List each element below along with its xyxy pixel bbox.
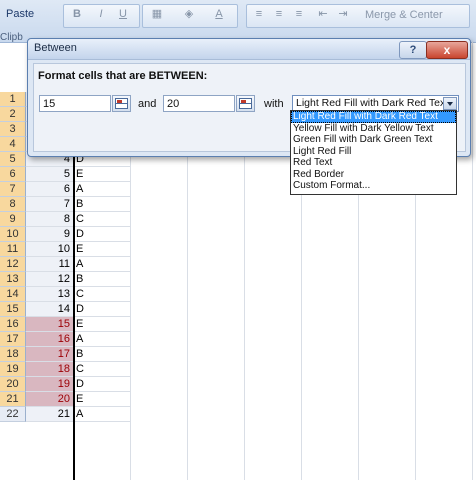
cell-a[interactable]: 19 (26, 377, 73, 392)
high-range-select-button[interactable] (236, 95, 255, 112)
row-header[interactable]: 21 (0, 392, 26, 407)
dialog-title: Between (34, 42, 77, 54)
row-header[interactable]: 10 (0, 227, 26, 242)
row-header[interactable]: 7 (0, 182, 26, 197)
cell-a[interactable]: 9 (26, 227, 73, 242)
range-select-icon (239, 98, 252, 109)
row-header[interactable]: 3 (0, 122, 26, 137)
cell-a[interactable]: 5 (26, 167, 73, 182)
align-left-icon[interactable]: ≡ (250, 6, 268, 22)
merge-center-button[interactable]: Merge & Center (365, 9, 443, 21)
fill-color-icon[interactable]: ◈ (180, 6, 198, 22)
cell-b[interactable]: D (73, 302, 130, 317)
format-option[interactable]: Light Red Fill with Dark Red Text (291, 111, 456, 123)
font-color-icon[interactable]: A (210, 6, 228, 22)
underline-icon[interactable]: U (114, 6, 132, 22)
high-value-field[interactable]: 20 (163, 95, 235, 112)
low-range-select-button[interactable] (112, 95, 131, 112)
row-header[interactable]: 14 (0, 287, 26, 302)
cell-a[interactable]: 18 (26, 362, 73, 377)
cell-a[interactable]: 6 (26, 182, 73, 197)
row-header[interactable]: 4 (0, 137, 26, 152)
row-header[interactable]: 9 (0, 212, 26, 227)
row-header[interactable]: 18 (0, 347, 26, 362)
row-header[interactable]: 1 (0, 92, 26, 107)
cell-a[interactable]: 13 (26, 287, 73, 302)
format-option[interactable]: Custom Format... (291, 180, 456, 192)
row-header[interactable]: 13 (0, 272, 26, 287)
bold-icon[interactable]: B (68, 6, 86, 22)
dialog-titlebar[interactable]: Between ? x (28, 39, 470, 60)
close-button[interactable]: x (426, 41, 468, 59)
increase-indent-icon[interactable]: ⇥ (334, 6, 352, 22)
clipboard-group-label: Clipb (0, 32, 23, 43)
row-header[interactable]: 16 (0, 317, 26, 332)
cell-b[interactable]: E (73, 317, 130, 332)
help-button[interactable]: ? (399, 41, 427, 59)
row-header[interactable]: 2 (0, 107, 26, 122)
low-value-field[interactable]: 15 (39, 95, 111, 112)
cell-a[interactable]: 21 (26, 407, 73, 422)
cell-a[interactable]: 7 (26, 197, 73, 212)
ribbon: Paste Clipb B I U ▦ ◈ A ≡ ≡ ≡ ⇤ ⇥ Merge … (0, 0, 476, 43)
cell-b[interactable]: A (73, 332, 130, 347)
row-header[interactable]: 6 (0, 167, 26, 182)
row-header[interactable]: 15 (0, 302, 26, 317)
cell-b[interactable]: C (73, 362, 130, 377)
cell-b[interactable]: C (73, 287, 130, 302)
row-header[interactable]: 22 (0, 407, 26, 422)
cell-b[interactable]: E (73, 167, 130, 182)
cell-a[interactable]: 14 (26, 302, 73, 317)
cell-b[interactable]: B (73, 347, 130, 362)
cell-a[interactable]: 8 (26, 212, 73, 227)
dialog-heading: Format cells that are BETWEEN: (38, 70, 208, 82)
range-select-icon (115, 98, 128, 109)
cell-b[interactable]: E (73, 392, 130, 407)
and-label: and (138, 98, 157, 110)
cell-b[interactable]: B (73, 272, 130, 287)
cell-a[interactable]: 11 (26, 257, 73, 272)
row-header[interactable]: 19 (0, 362, 26, 377)
cell-a[interactable]: 20 (26, 392, 73, 407)
cell-b[interactable]: A (73, 407, 130, 422)
format-option[interactable]: Yellow Fill with Dark Yellow Text (291, 123, 456, 135)
cell-b[interactable]: D (73, 227, 130, 242)
row-header[interactable]: 5 (0, 152, 26, 167)
chevron-down-icon[interactable] (443, 97, 457, 110)
format-option[interactable]: Green Fill with Dark Green Text (291, 134, 456, 146)
cell-a[interactable]: 12 (26, 272, 73, 287)
cell-a[interactable]: 17 (26, 347, 73, 362)
row-header[interactable]: 17 (0, 332, 26, 347)
align-right-icon[interactable]: ≡ (290, 6, 308, 22)
format-option[interactable]: Light Red Fill (291, 146, 456, 158)
row-header[interactable]: 20 (0, 377, 26, 392)
cell-b[interactable]: A (73, 257, 130, 272)
cell-a[interactable]: 15 (26, 317, 73, 332)
paste-button[interactable]: Paste (6, 8, 34, 20)
format-option[interactable]: Red Border (291, 169, 456, 181)
format-option[interactable]: Red Text (291, 157, 456, 169)
row-header[interactable]: 12 (0, 257, 26, 272)
row-header[interactable]: 8 (0, 197, 26, 212)
format-select-value: Light Red Fill with Dark Red Text (296, 97, 449, 109)
italic-icon[interactable]: I (92, 6, 110, 22)
cell-b[interactable]: D (73, 377, 130, 392)
with-label: with (264, 98, 284, 110)
borders-icon[interactable]: ▦ (148, 6, 166, 22)
format-options-list: Light Red Fill with Dark Red Text Yellow … (290, 110, 457, 195)
cell-b[interactable]: B (73, 197, 130, 212)
cell-a[interactable]: 16 (26, 332, 73, 347)
decrease-indent-icon[interactable]: ⇤ (314, 6, 332, 22)
row-header[interactable]: 11 (0, 242, 26, 257)
cell-a[interactable]: 10 (26, 242, 73, 257)
cell-b[interactable]: A (73, 182, 130, 197)
align-center-icon[interactable]: ≡ (270, 6, 288, 22)
cell-b[interactable]: E (73, 242, 130, 257)
cell-b[interactable]: C (73, 212, 130, 227)
grid-line (472, 42, 473, 480)
